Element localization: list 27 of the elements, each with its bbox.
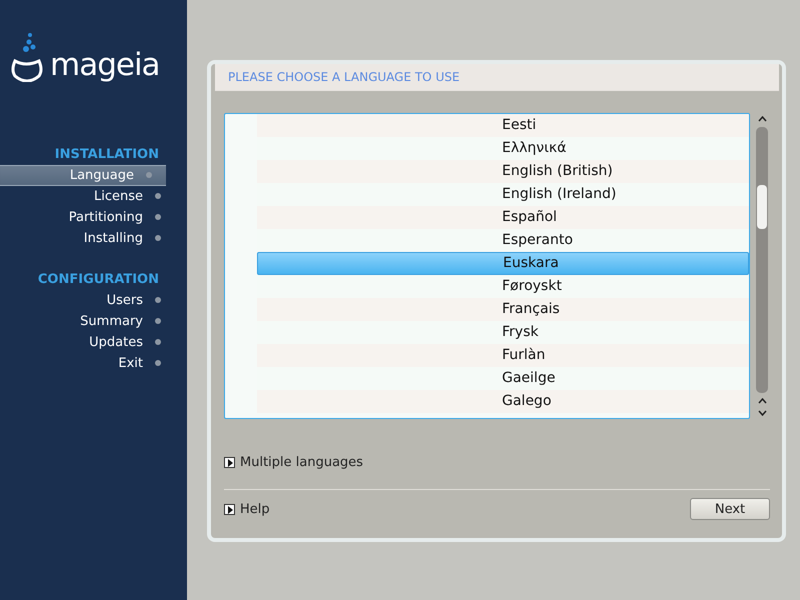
section-heading: INSTALLATION	[54, 146, 160, 164]
step-item[interactable]: Installing	[0, 228, 187, 249]
cauldron-logo-icon	[10, 30, 44, 82]
expander[interactable]: Multiple languages	[224, 455, 770, 470]
next-button[interactable]: Next	[690, 498, 770, 520]
step-item[interactable]: Language	[0, 165, 166, 186]
language-option[interactable]: Español	[257, 206, 749, 229]
step-item[interactable]: Summary	[0, 311, 187, 332]
language-option[interactable]: Furlàn	[257, 344, 749, 367]
scroll-up-icon[interactable]	[758, 398, 766, 404]
logo-text: mageia	[50, 48, 160, 82]
language-option[interactable]: Eesti	[257, 114, 749, 137]
step-item[interactable]: Users	[0, 290, 187, 311]
scroll-down-icon[interactable]	[758, 410, 766, 416]
step-item[interactable]: Partitioning	[0, 207, 187, 228]
language-option[interactable]: Galego	[257, 390, 749, 413]
help-expander[interactable]: Help	[224, 502, 270, 516]
step-item[interactable]: License	[0, 186, 187, 207]
scrollbar-thumb[interactable]	[757, 185, 767, 229]
section-heading: CONFIGURATION	[36, 271, 160, 289]
language-option[interactable]: Français	[257, 298, 749, 321]
language-option[interactable]: English (British)	[257, 160, 749, 183]
page-title: PLEASE CHOOSE A LANGUAGE TO USE	[215, 64, 779, 91]
language-option[interactable]: Euskara	[257, 252, 749, 275]
step-item[interactable]: Updates	[0, 332, 187, 353]
step-item[interactable]: Exit	[0, 353, 187, 374]
scroll-up-icon[interactable]	[758, 116, 766, 122]
